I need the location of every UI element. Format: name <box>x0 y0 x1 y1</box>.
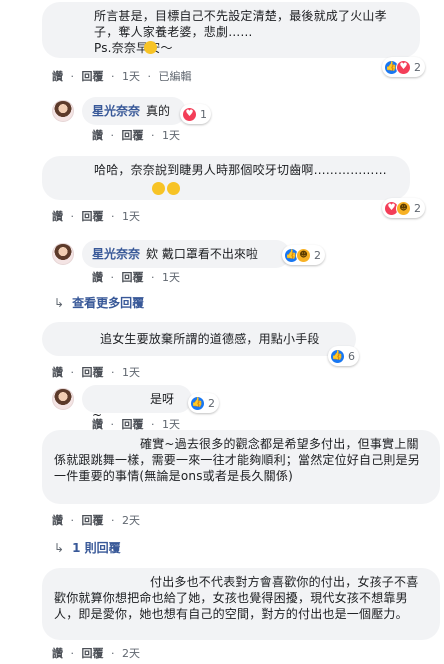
comment-text: 追女生要放棄所謂的道德感，用點小手段 <box>100 332 320 346</box>
reply-button[interactable]: 回覆 <box>82 366 104 379</box>
comment-bubble: 確實~過去很多的觀念都是希望多付出，但事實上關係就跟跳舞一樣，需要一來一往才能夠… <box>42 430 440 504</box>
reaction-summary[interactable]: 👍 6 <box>328 346 359 366</box>
reply-button[interactable]: 回覆 <box>82 70 104 83</box>
haha-reaction-icon: ☻ <box>396 200 411 216</box>
like-button[interactable]: 讚 <box>52 366 63 379</box>
timestamp[interactable]: 1天 <box>162 271 180 284</box>
comment-actions: 讚 · 回覆 · 1天 <box>52 366 140 379</box>
reply-button[interactable]: 回覆 <box>82 514 104 527</box>
reaction-summary[interactable]: 👍 ♥ 2 <box>382 57 425 77</box>
reply-arrow-icon: ↳ <box>54 540 65 555</box>
reaction-summary[interactable]: 👍 2 <box>188 393 219 413</box>
reply-button[interactable]: 回覆 <box>82 647 104 660</box>
like-button[interactable]: 讚 <box>52 70 63 83</box>
comment-actions: 讚 · 回覆 · 1天 · 已編輯 <box>52 70 192 83</box>
laughing-emoji-icon <box>167 182 180 195</box>
reply-bubble: 是呀~ <box>82 385 192 422</box>
author-name[interactable]: 星光奈奈 <box>92 247 140 261</box>
comment-bubble: 所言甚是，目標自己不先設定清楚，最後就成了火山孝子，奪人家養老婆，悲劇…… Ps… <box>42 2 420 58</box>
avatar[interactable] <box>52 243 74 265</box>
like-button[interactable]: 讚 <box>92 129 103 142</box>
comment-text: 欸 戴口罩看不出來啦 <box>146 247 258 261</box>
like-button[interactable]: 讚 <box>52 514 63 527</box>
love-reaction-icon: ♥ <box>182 106 197 122</box>
edited-label[interactable]: 已編輯 <box>159 70 192 83</box>
author-name[interactable]: 星光奈奈 <box>92 104 140 118</box>
reaction-count: 2 <box>414 201 421 215</box>
comment-text: 付出多也不代表對方會喜歡你的付出，女孩子不喜歡你就算你想把命也給了她，女孩也覺得… <box>54 575 419 621</box>
laughing-emoji-icon <box>152 182 165 195</box>
comment-actions: 讚 · 回覆 · 2天 <box>52 514 140 527</box>
reaction-summary[interactable]: ♥ ☻ 2 <box>382 198 425 218</box>
haha-reaction-icon: ☻ <box>296 247 311 263</box>
comment-actions: 讚 · 回覆 · 1天 <box>52 210 140 223</box>
reaction-count: 2 <box>208 396 215 410</box>
comment-text: 確實~過去很多的觀念都是希望多付出，但事實上關係就跟跳舞一樣，需要一來一往才能夠… <box>54 437 421 483</box>
timestamp[interactable]: 2天 <box>122 514 140 527</box>
comment-bubble: 哈哈，奈奈說到睫男人時那個咬牙切齒啊……………… <box>42 156 410 200</box>
comment-actions: 讚 · 回覆 · 1天 <box>92 129 180 142</box>
reply-button[interactable]: 回覆 <box>122 129 144 142</box>
like-button[interactable]: 讚 <box>92 271 103 284</box>
timestamp[interactable]: 1天 <box>122 366 140 379</box>
reaction-count: 2 <box>314 248 321 262</box>
reply-bubble: 星光奈奈欸 戴口罩看不出來啦 <box>82 240 290 268</box>
avatar[interactable] <box>52 388 74 410</box>
timestamp[interactable]: 1天 <box>122 210 140 223</box>
love-reaction-icon: ♥ <box>396 59 411 75</box>
comment-bubble: 追女生要放棄所謂的道德感，用點小手段 <box>42 322 356 356</box>
comment-text: 真的 <box>146 104 171 118</box>
reaction-summary[interactable]: ♥ 1 <box>180 104 211 124</box>
timestamp[interactable]: 1天 <box>162 129 180 142</box>
like-reaction-icon: 👍 <box>190 395 205 411</box>
avatar[interactable] <box>52 100 74 122</box>
reaction-count: 6 <box>348 349 355 363</box>
timestamp[interactable]: 1天 <box>122 70 140 83</box>
reply-arrow-icon: ↳ <box>54 295 65 310</box>
comment-actions: 讚 · 回覆 · 1天 <box>92 271 180 284</box>
timestamp[interactable]: 2天 <box>122 647 140 660</box>
reaction-count: 1 <box>200 107 207 121</box>
view-replies-link[interactable]: ↳ 1 則回覆 <box>54 539 121 556</box>
comment-bubble: 付出多也不代表對方會喜歡你的付出，女孩子不喜歡你就算你想把命也給了她，女孩也覺得… <box>42 568 440 640</box>
comment-actions: 讚 · 回覆 · 2天 <box>52 647 140 660</box>
comment-text: 哈哈，奈奈說到睫男人時那個咬牙切齒啊……………… <box>94 163 387 177</box>
like-reaction-icon: 👍 <box>330 348 345 364</box>
like-button[interactable]: 讚 <box>52 210 63 223</box>
reaction-count: 2 <box>414 60 421 74</box>
reaction-summary[interactable]: 👍 ☻ 2 <box>282 245 325 265</box>
like-button[interactable]: 讚 <box>52 647 63 660</box>
reply-bubble: 星光奈奈 真的 <box>82 97 186 125</box>
smile-emoji-icon <box>144 41 157 54</box>
reply-button[interactable]: 回覆 <box>122 271 144 284</box>
comment-text: 所言甚是，目標自己不先設定清楚，最後就成了火山孝子，奪人家養老婆，悲劇…… Ps… <box>94 9 387 55</box>
reply-button[interactable]: 回覆 <box>82 210 104 223</box>
view-more-replies-link[interactable]: ↳ 查看更多回覆 <box>54 294 144 311</box>
